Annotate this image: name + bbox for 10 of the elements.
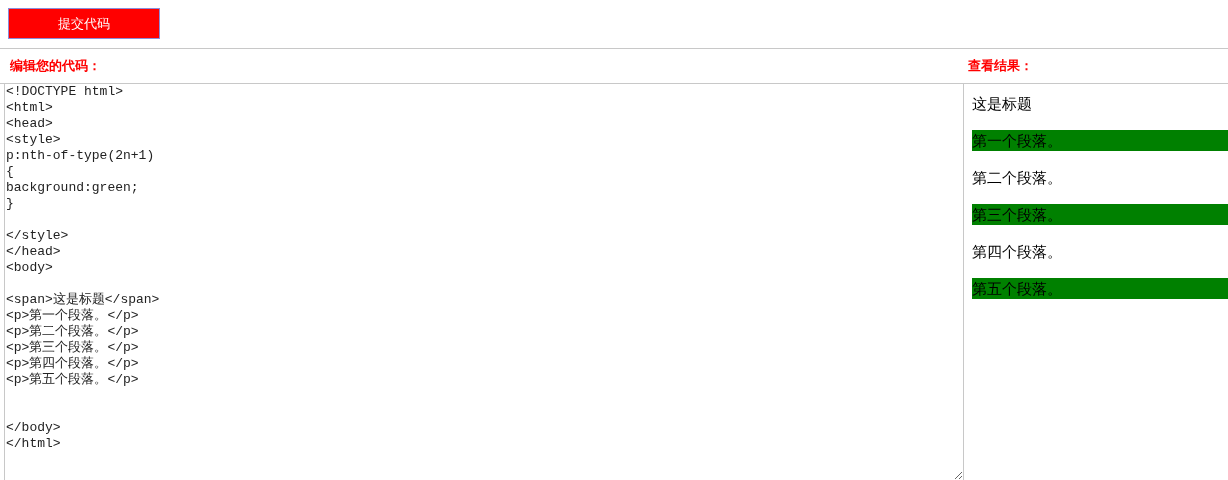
result-label: 查看结果： bbox=[968, 57, 1033, 76]
result-paragraph: 第四个段落。 bbox=[972, 242, 1063, 262]
result-paragraph: 第一个段落。 bbox=[972, 130, 1228, 151]
result-paragraph: 第五个段落。 bbox=[972, 278, 1228, 299]
result-paragraph: 第三个段落。 bbox=[972, 204, 1228, 225]
editor-label: 编辑您的代码： bbox=[10, 57, 101, 76]
submit-code-button[interactable]: 提交代码 bbox=[8, 8, 160, 39]
code-editor[interactable]: <!DOCTYPE html> <html> <head> <style> p:nth-of-type(2n+1) { background:green; } </style> </head> <body> <span>这是标题</span> <p>第一个段落。</p> <p>第二个段落。</p> <p>第三个段落。</p> <p>第四个段落。</p> <p>第五个段落。</p> </body> </html> bbox=[4, 84, 964, 480]
result-paragraph: 第二个段落。 bbox=[972, 168, 1063, 188]
result-heading: 这是标题 bbox=[972, 94, 1033, 114]
